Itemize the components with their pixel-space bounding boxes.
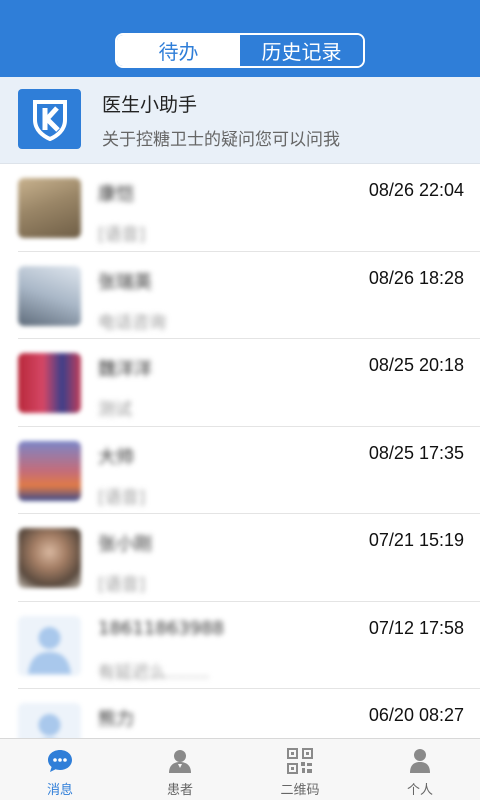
default-avatar-icon [18, 615, 81, 676]
message-time: 07/21 15:19 [368, 530, 464, 550]
tab-history[interactable]: 历史记录 [240, 35, 363, 66]
person-icon [405, 747, 435, 775]
assistant-row[interactable]: 医生小助手 关于控糖卫士的疑问您可以问我 [0, 77, 480, 164]
assistant-name: 医生小助手 [102, 94, 198, 116]
tab-label: 患者 [166, 783, 193, 798]
tab-messages[interactable]: 消息 [0, 739, 120, 800]
tab-label: 消息 [46, 783, 73, 798]
tab-profile[interactable]: 个人 [360, 739, 480, 800]
conversation-row[interactable]: 张瑞英 电话咨询 08/26 18:28 [0, 252, 480, 340]
message-icon [45, 747, 75, 775]
conversation-row[interactable]: 大帅 [语音] 08/25 17:35 [0, 427, 480, 515]
message-preview: 电话咨询 [98, 312, 166, 333]
patient-icon [165, 747, 195, 775]
avatar [18, 528, 81, 588]
contact-name: 张瑞英 [98, 271, 152, 293]
message-time: 07/12 17:58 [368, 617, 464, 638]
avatar [18, 353, 81, 413]
qrcode-icon [285, 747, 315, 775]
bottom-tab-bar: 消息 患者 二维码 个人 [0, 738, 480, 800]
shield-k-logo-icon [18, 89, 81, 149]
conversation-row[interactable]: 18611863988 有延迟么........ 07/12 17:58 [0, 602, 480, 690]
avatar [18, 178, 81, 238]
conversation-row[interactable]: 张小刚 [语音] 07/21 15:19 [0, 514, 480, 602]
conversation-list: 康恺 [语音] 08/26 22:04 张瑞英 电话咨询 08/26 18:28… [0, 164, 480, 738]
tab-label: 个人 [406, 783, 433, 798]
tab-pending[interactable]: 待办 [117, 35, 240, 66]
message-preview: [语音] [98, 575, 146, 595]
top-bar: 待办 历史记录 [0, 0, 480, 77]
message-time: 06/20 08:27 [368, 705, 464, 725]
tab-qrcode[interactable]: 二维码 [240, 739, 360, 800]
message-preview: 有延迟么........ [98, 662, 210, 683]
message-time: 08/26 22:04 [368, 180, 464, 200]
avatar [18, 265, 81, 326]
contact-name: 康恺 [98, 184, 134, 205]
default-avatar-icon [18, 703, 81, 738]
contact-name: 18611863988 [98, 617, 224, 639]
conversation-row[interactable]: 康恺 [语音] 08/26 22:04 [0, 164, 480, 252]
conversation-row[interactable]: 魏洋洋 测试 08/25 20:18 [0, 339, 480, 427]
contact-name: 大帅 [98, 446, 134, 468]
contact-name: 魏洋洋 [98, 359, 152, 380]
avatar [18, 440, 81, 501]
contact-name: 熊力 [98, 709, 134, 730]
segmented-control: 待办 历史记录 [115, 33, 365, 68]
message-preview: [语音] [98, 225, 146, 245]
tab-patients[interactable]: 患者 [120, 739, 240, 800]
message-preview: 测试 [98, 400, 132, 420]
contact-name: 张小刚 [98, 534, 152, 555]
assistant-description: 关于控糖卫士的疑问您可以问我 [102, 130, 340, 150]
message-time: 08/25 17:35 [368, 442, 464, 463]
message-preview: [语音] [98, 487, 146, 508]
message-time: 08/26 18:28 [368, 267, 464, 288]
message-time: 08/25 20:18 [368, 355, 464, 375]
tab-label: 二维码 [280, 783, 320, 798]
conversation-row[interactable]: 熊力 06/20 08:27 [0, 689, 480, 738]
